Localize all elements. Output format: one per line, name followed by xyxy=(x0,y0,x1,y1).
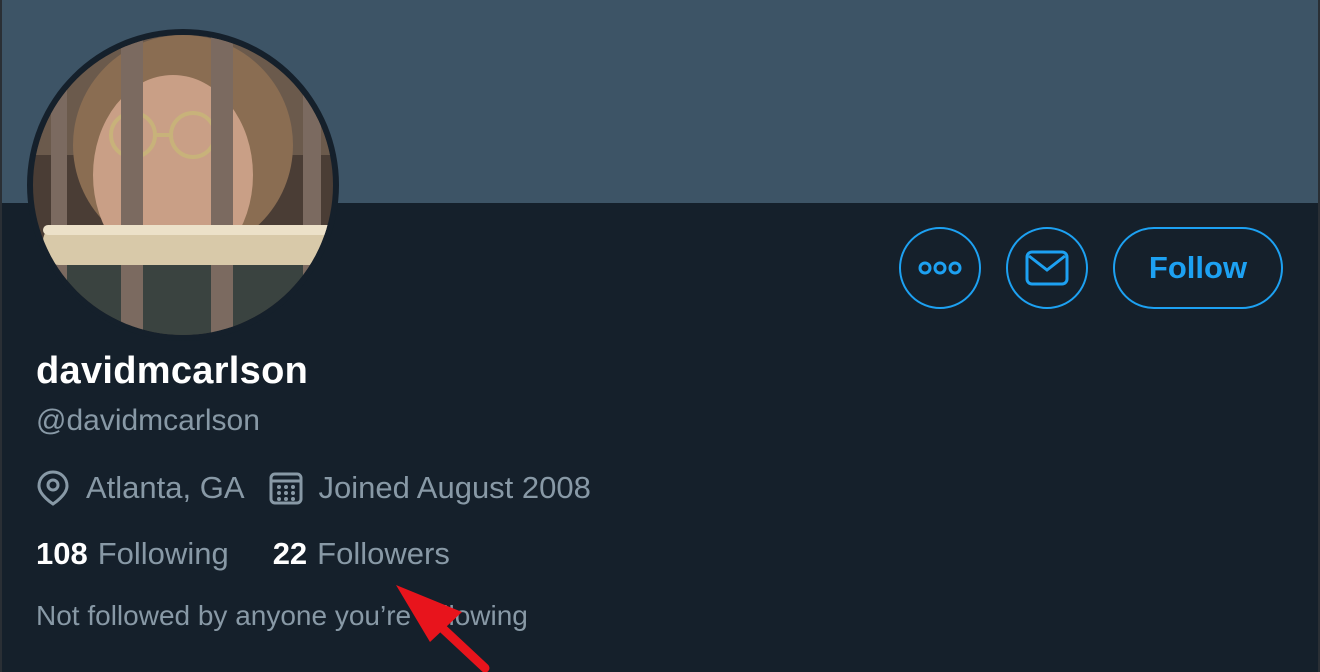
join-date: Joined August 2008 xyxy=(269,470,591,506)
follow-stats: 108 Following 22 Followers xyxy=(36,532,450,576)
message-button[interactable] xyxy=(1006,227,1088,309)
envelope-icon xyxy=(1025,250,1069,286)
location-text: Atlanta, GA xyxy=(86,470,245,505)
following-link[interactable]: 108 Following xyxy=(36,536,229,572)
user-handle: @davidmcarlson xyxy=(36,404,260,437)
join-date-text: Joined August 2008 xyxy=(318,470,591,505)
window-border-left xyxy=(0,0,2,672)
more-options-button[interactable] xyxy=(899,227,981,309)
avatar-photo xyxy=(33,35,333,335)
followers-link[interactable]: 22 Followers xyxy=(273,536,450,572)
location-pin-icon xyxy=(37,470,69,506)
display-name: davidmcarlson xyxy=(36,350,309,392)
following-label: Following xyxy=(97,536,229,571)
calendar-icon xyxy=(269,472,303,505)
more-icon xyxy=(918,261,962,275)
follow-button[interactable]: Follow xyxy=(1113,227,1283,309)
following-count: 108 xyxy=(36,536,88,571)
followers-label: Followers xyxy=(317,536,450,571)
avatar[interactable] xyxy=(27,29,339,341)
followers-count: 22 xyxy=(272,536,308,571)
location: Atlanta, GA xyxy=(36,470,245,506)
not-followed-notice: Not followed by anyone you’re following xyxy=(36,600,528,631)
profile-meta: Atlanta, GA Joined August 2008 xyxy=(36,466,591,510)
